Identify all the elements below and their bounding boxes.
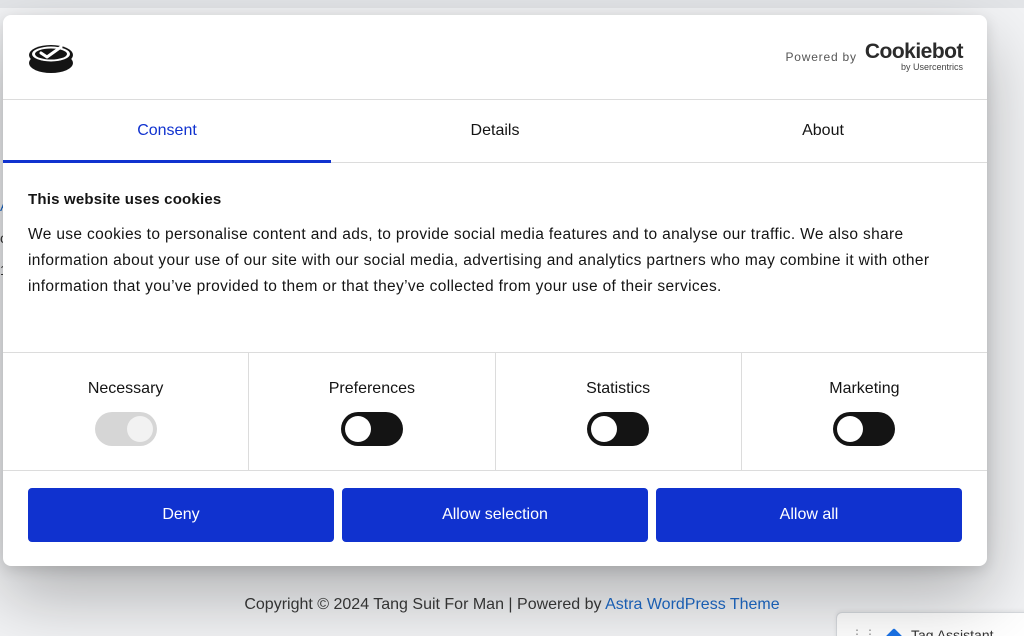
statistics-switch[interactable]: [587, 412, 650, 446]
tab-consent[interactable]: Consent: [3, 100, 331, 163]
tab-details[interactable]: Details: [331, 100, 659, 162]
consent-title: This website uses cookies: [28, 191, 222, 208]
toggle-label-statistics: Statistics: [586, 380, 651, 397]
tag-icon: [884, 628, 904, 636]
tag-assistant-widget[interactable]: ⋮⋮ Tag Assistant: [836, 612, 1024, 636]
cookie-category-toggles: Necessary Preferences Statistics Marketi…: [3, 352, 987, 471]
powered-by-cookiebot[interactable]: Powered by Cookiebot by Usercentrics: [785, 41, 963, 72]
cookiebot-brand-sub: by Usercentrics: [900, 62, 963, 72]
toggle-label-preferences: Preferences: [328, 380, 415, 397]
toggle-cell-marketing: Marketing: [742, 353, 987, 470]
switch-knob: [126, 416, 153, 442]
allow-selection-button[interactable]: Allow selection: [342, 488, 648, 542]
deny-button[interactable]: Deny: [28, 488, 334, 542]
allow-all-button[interactable]: Allow all: [656, 488, 962, 542]
toggle-cell-preferences: Preferences: [249, 353, 496, 470]
switch-knob: [837, 416, 864, 442]
consent-body: This website uses cookies We use cookies…: [28, 191, 958, 300]
cookiebot-brand-name: Cookiebot: [864, 40, 964, 63]
toggle-label-necessary: Necessary: [87, 380, 164, 397]
dialog-header: Powered by Cookiebot by Usercentrics: [3, 15, 987, 100]
necessary-switch: [94, 412, 157, 446]
toggle-cell-statistics: Statistics: [496, 353, 742, 470]
cookiebot-brand: Cookiebot by Usercentrics: [864, 40, 964, 72]
preferences-switch[interactable]: [340, 412, 403, 446]
toggle-cell-necessary: Necessary: [3, 353, 250, 470]
cookiebot-logo-icon: [29, 45, 73, 73]
toggle-label-marketing: Marketing: [829, 380, 900, 397]
drag-handle-icon[interactable]: ⋮⋮: [851, 627, 877, 636]
powered-by-text: Powered by: [785, 49, 857, 64]
footer-theme-link[interactable]: Astra WordPress Theme: [605, 596, 780, 613]
tab-about[interactable]: About: [659, 100, 987, 162]
consent-buttons: Deny Allow selection Allow all: [28, 488, 962, 542]
tag-assistant-label: Tag Assistant: [911, 627, 994, 636]
consent-description: We use cookies to personalise content an…: [28, 226, 930, 295]
footer-copyright: Copyright © 2024 Tang Suit For Man | Pow…: [244, 596, 606, 613]
marketing-switch[interactable]: [833, 412, 896, 446]
switch-knob: [344, 416, 371, 442]
switch-knob: [591, 416, 618, 442]
cookie-consent-dialog: Powered by Cookiebot by Usercentrics Con…: [3, 15, 987, 566]
dialog-tabs: Consent Details About: [3, 100, 987, 163]
background-top-bar: [0, 0, 1024, 8]
